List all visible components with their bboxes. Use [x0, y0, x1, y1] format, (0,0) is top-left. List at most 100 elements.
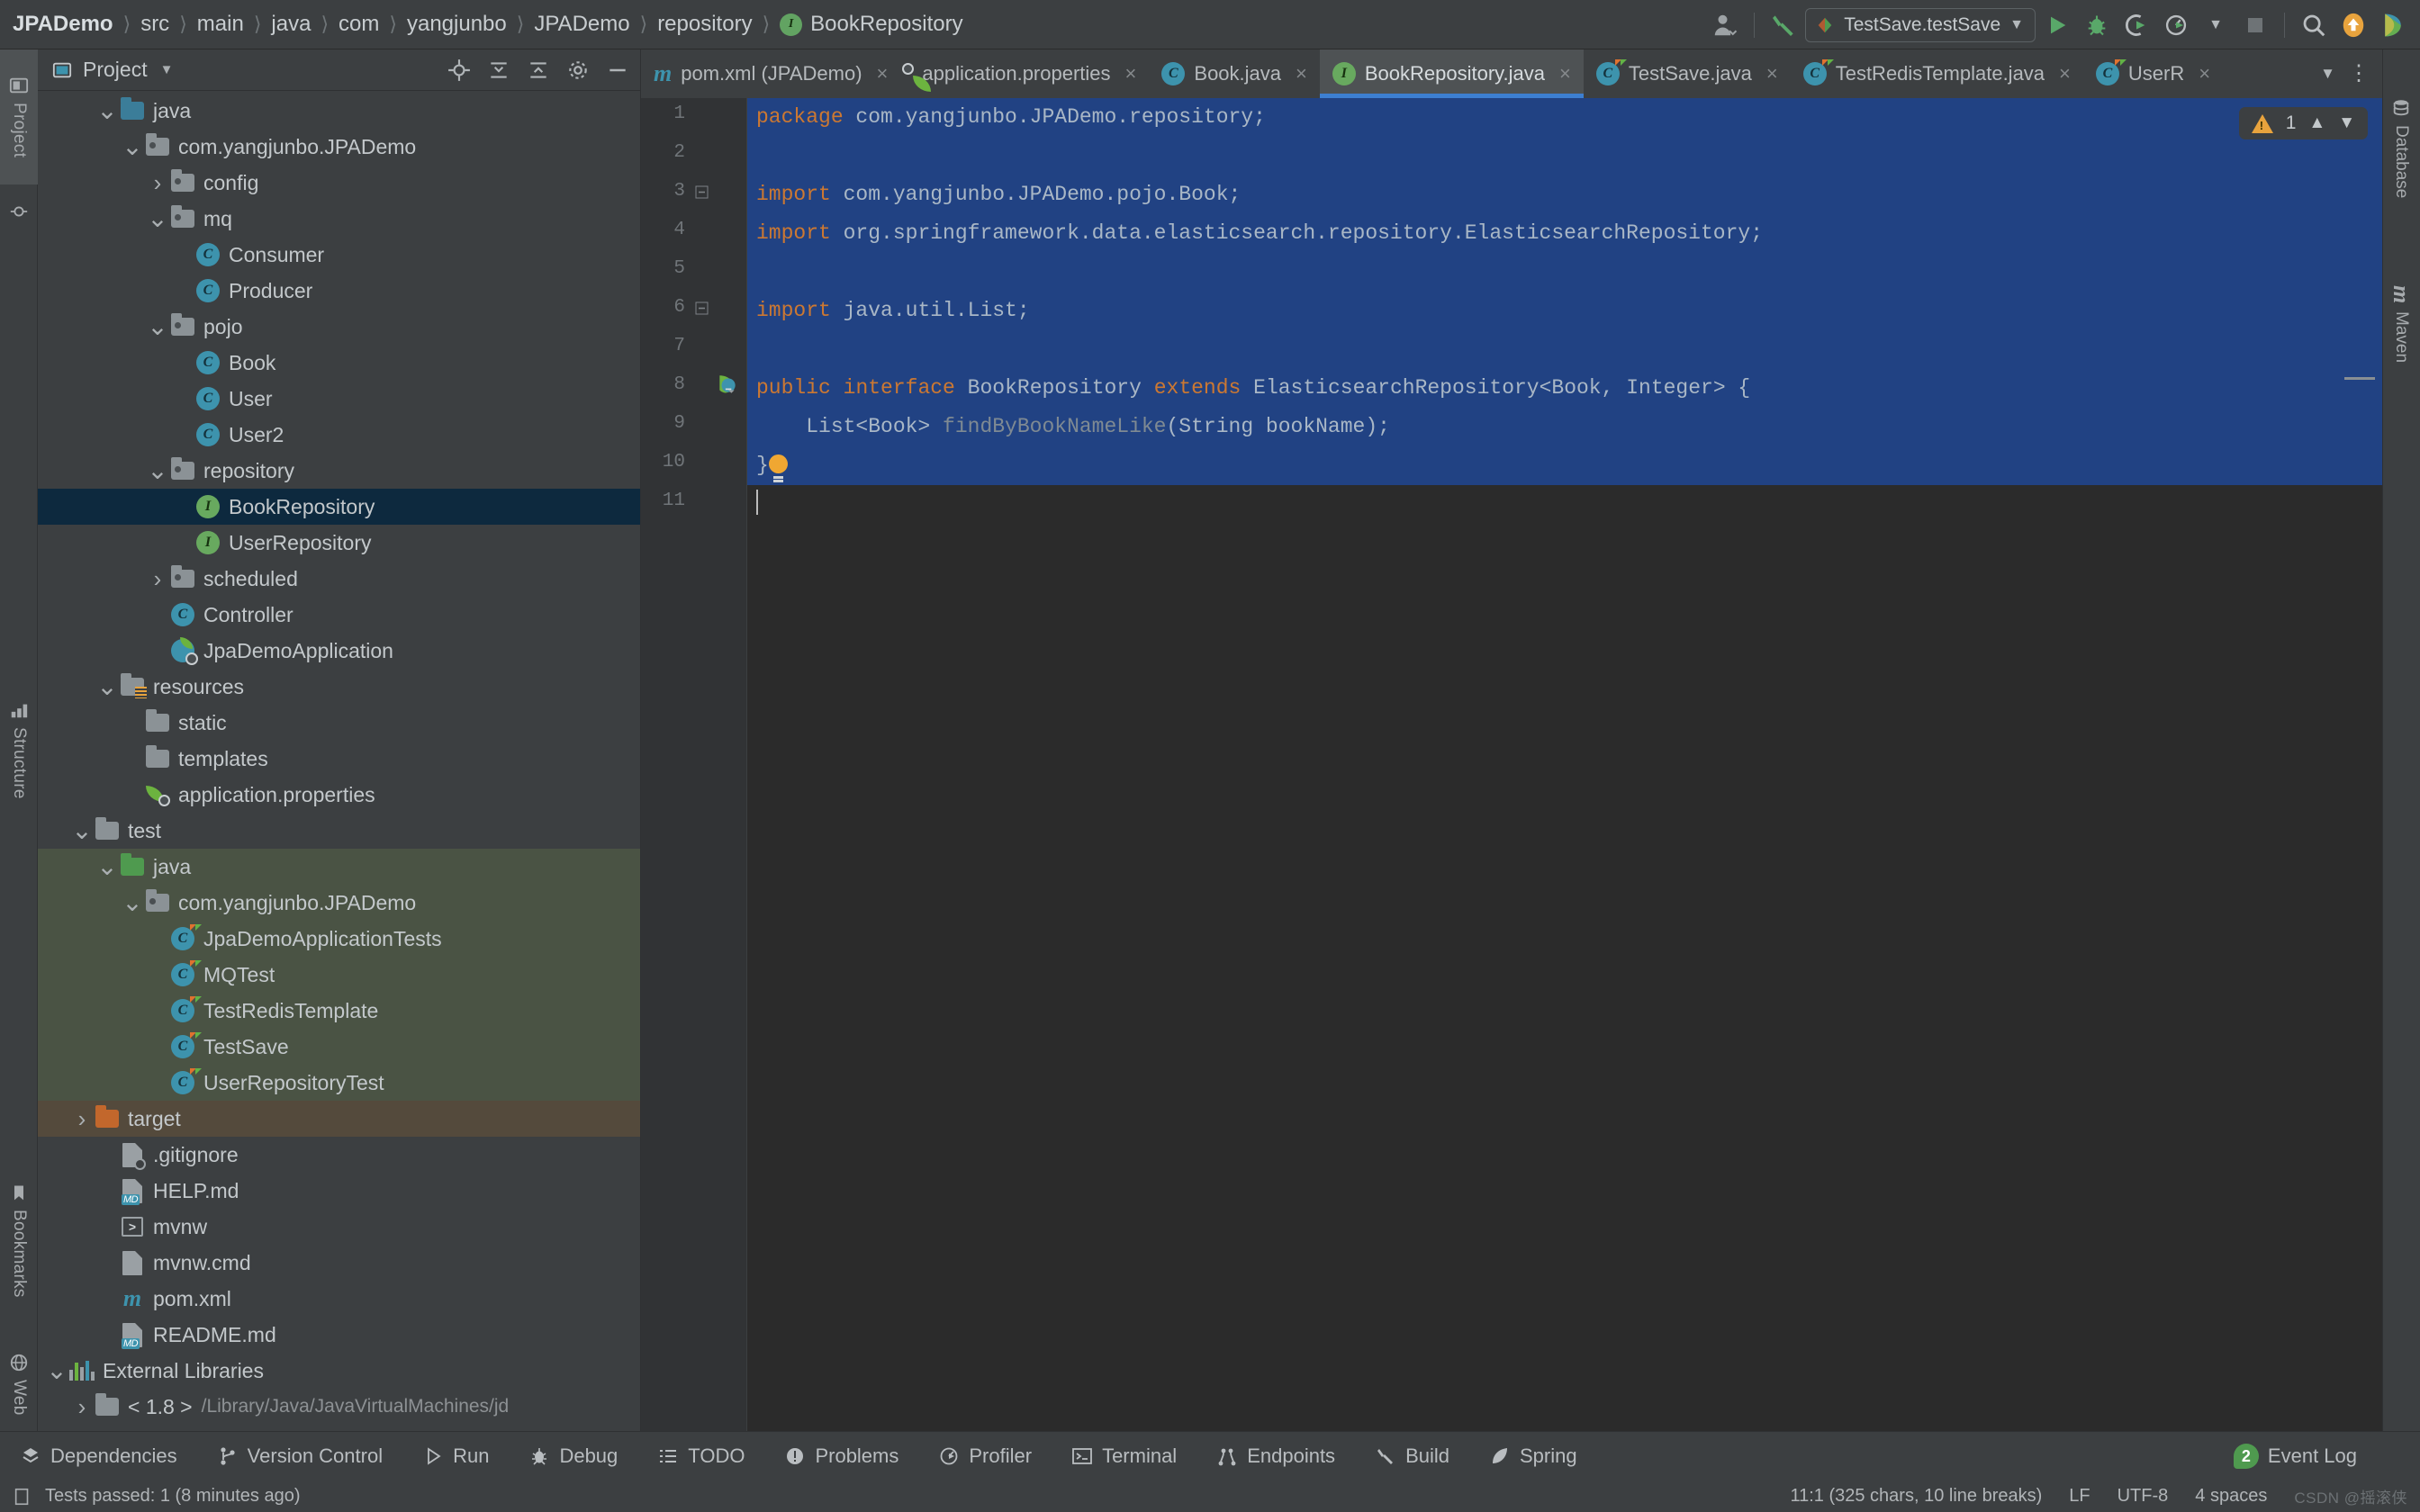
- code-line[interactable]: [747, 137, 2382, 176]
- status-message[interactable]: Tests passed: 1 (8 minutes ago): [45, 1486, 300, 1507]
- chevron-down-icon[interactable]: ⌄: [45, 1358, 68, 1383]
- chevron-down-icon[interactable]: ⌄: [95, 98, 119, 123]
- gear-icon[interactable]: [566, 58, 590, 82]
- tree-node-application-properties[interactable]: application.properties: [38, 777, 640, 813]
- editor-tab-pom-xml-jpademo-[interactable]: m pom.xml (JPADemo) ×: [641, 50, 900, 98]
- more-options-icon[interactable]: ⋮: [2348, 63, 2370, 85]
- code-fold-icon[interactable]: [694, 301, 710, 317]
- code-line[interactable]: List<Book> findByBookNameLike(String boo…: [747, 408, 2382, 446]
- close-icon[interactable]: ×: [1766, 62, 1778, 86]
- line-separator[interactable]: LF: [2069, 1486, 2090, 1507]
- breadcrumb-item-0[interactable]: JPADemo: [13, 12, 113, 37]
- tree-node-config[interactable]: › config: [38, 165, 640, 201]
- chevron-down-icon[interactable]: ⌄: [146, 314, 169, 339]
- tree-node--gitignore[interactable]: .gitignore: [38, 1137, 640, 1173]
- sidebar-tab-maven[interactable]: m Maven: [2382, 252, 2420, 396]
- previous-problem-icon[interactable]: ▲: [2308, 113, 2325, 133]
- breadcrumb-item-2[interactable]: main: [197, 12, 244, 37]
- tool-window-event-log[interactable]: 2 Event Log: [2214, 1432, 2420, 1480]
- tree-node-book[interactable]: C Book: [38, 345, 640, 381]
- tree-node-testredistemplate[interactable]: C TestRedisTemplate: [38, 993, 640, 1029]
- tool-window-debug[interactable]: Debug: [509, 1432, 637, 1480]
- editor-gutter[interactable]: 1 2 3 4 5 6 7 8 9 10 11: [641, 98, 747, 1431]
- breadcrumb-item-6[interactable]: JPADemo: [534, 12, 629, 37]
- breadcrumb-current[interactable]: I BookRepository: [780, 12, 963, 37]
- tree-node-mvnw[interactable]: > mvnw: [38, 1209, 640, 1245]
- editor-tab-bookrepository-java[interactable]: I BookRepository.java ×: [1319, 50, 1584, 98]
- chevron-down-icon[interactable]: ▼: [2198, 7, 2234, 43]
- tree-node-mq[interactable]: ⌄ mq: [38, 201, 640, 237]
- hide-panel-icon[interactable]: [606, 58, 629, 82]
- chevron-down-icon[interactable]: ⌄: [70, 818, 94, 843]
- editor-tab-application-properties[interactable]: application.properties ×: [900, 50, 1149, 98]
- code-line[interactable]: import com.yangjunbo.JPADemo.pojo.Book;: [747, 176, 2382, 214]
- expand-all-icon[interactable]: [487, 58, 510, 82]
- tool-window-terminal[interactable]: Terminal: [1052, 1432, 1196, 1480]
- close-icon[interactable]: ×: [1296, 62, 1307, 86]
- chevron-down-icon[interactable]: ▼: [2320, 65, 2335, 83]
- intention-bulb-icon[interactable]: [768, 454, 788, 479]
- tree-node-readme-md[interactable]: MD README.md: [38, 1317, 640, 1353]
- tree-node-mqtest[interactable]: C MQTest: [38, 957, 640, 993]
- tree-node-userrepository[interactable]: I UserRepository: [38, 525, 640, 561]
- inspection-widget[interactable]: 1 ▲ ▼: [2238, 107, 2368, 140]
- breadcrumb-item-3[interactable]: java: [271, 12, 311, 37]
- sidebar-tab-structure[interactable]: Structure: [0, 670, 38, 828]
- tool-window-run[interactable]: Run: [402, 1432, 509, 1480]
- tree-node-userrepositorytest[interactable]: C UserRepositoryTest: [38, 1065, 640, 1101]
- tree-node-com-yangjunbo-jpademo[interactable]: ⌄ com.yangjunbo.JPADemo: [38, 129, 640, 165]
- close-icon[interactable]: ×: [2059, 62, 2071, 86]
- tree-node-user2[interactable]: C User2: [38, 417, 640, 453]
- chevron-down-icon[interactable]: ⌄: [95, 674, 119, 699]
- sidebar-tab-project[interactable]: Project: [0, 50, 38, 184]
- tree-node-static[interactable]: static: [38, 705, 640, 741]
- chevron-right-icon[interactable]: ›: [146, 169, 169, 197]
- code-editor[interactable]: 1 2 3 4 5 6 7 8 9 10 11 package com.yangjunbo.JPAD…: [641, 98, 2382, 1431]
- tool-window-build[interactable]: Build: [1355, 1432, 1469, 1480]
- tree-node-controller[interactable]: C Controller: [38, 597, 640, 633]
- error-stripe-marker[interactable]: [2344, 377, 2375, 380]
- chevron-down-icon[interactable]: ▼: [160, 62, 174, 77]
- tree-node-pom-xml[interactable]: m pom.xml: [38, 1281, 640, 1317]
- tree-node-testsave[interactable]: C TestSave: [38, 1029, 640, 1065]
- user-avatar-icon[interactable]: [1707, 7, 1743, 43]
- chevron-right-icon[interactable]: ›: [146, 565, 169, 593]
- run-with-coverage-button[interactable]: [2118, 7, 2154, 43]
- select-opened-file-icon[interactable]: [447, 58, 471, 82]
- tree-node-producer[interactable]: C Producer: [38, 273, 640, 309]
- close-icon[interactable]: ×: [1559, 62, 1571, 86]
- code-line[interactable]: [747, 330, 2382, 369]
- chevron-down-icon[interactable]: ⌄: [146, 206, 169, 231]
- tree-node-com-yangjunbo-jpademo[interactable]: ⌄ com.yangjunbo.JPADemo: [38, 885, 640, 921]
- close-icon[interactable]: ×: [1125, 62, 1137, 86]
- tool-window-version-control[interactable]: Version Control: [197, 1432, 402, 1480]
- chevron-right-icon[interactable]: ›: [70, 1105, 94, 1133]
- tree-node-help-md[interactable]: MD HELP.md: [38, 1173, 640, 1209]
- tree-node-consumer[interactable]: C Consumer: [38, 237, 640, 273]
- sidebar-tab-web[interactable]: Web: [0, 1336, 38, 1431]
- project-tree[interactable]: ⌄ java ⌄ com.yangjunbo.JPADemo › config ⌄ mq C Co…: [38, 91, 640, 1431]
- update-project-icon[interactable]: [2335, 7, 2371, 43]
- breadcrumb-item-4[interactable]: com: [339, 12, 379, 37]
- feedback-icon[interactable]: [2375, 7, 2411, 43]
- run-button[interactable]: [2039, 7, 2075, 43]
- editor-tab-testredistemplate-java[interactable]: C TestRedisTemplate.java ×: [1791, 50, 2083, 98]
- tree-node-bookrepository[interactable]: I BookRepository: [38, 489, 640, 525]
- tool-window-endpoints[interactable]: Endpoints: [1196, 1432, 1355, 1480]
- code-fold-icon[interactable]: [694, 184, 710, 201]
- tree-node-scheduled[interactable]: › scheduled: [38, 561, 640, 597]
- commit-icon[interactable]: [0, 194, 38, 230]
- chevron-down-icon[interactable]: ⌄: [121, 134, 144, 159]
- next-problem-icon[interactable]: ▼: [2338, 113, 2355, 133]
- editor-tab-bar[interactable]: m pom.xml (JPADemo) × application.propertie…: [641, 50, 2382, 98]
- code-line[interactable]: package com.yangjunbo.JPADemo.repository…: [747, 98, 2382, 137]
- tree-node-jpademoapplicationtests[interactable]: C JpaDemoApplicationTests: [38, 921, 640, 957]
- indent-setting[interactable]: 4 spaces: [2195, 1486, 2267, 1507]
- caret-position[interactable]: 11:1 (325 chars, 10 line breaks): [1790, 1486, 2042, 1507]
- tool-window-dependencies[interactable]: Dependencies: [0, 1432, 197, 1480]
- profile-button[interactable]: [2158, 7, 2194, 43]
- tree-node--1-8-[interactable]: › < 1.8 > /Library/Java/JavaVirtualMachine…: [38, 1389, 640, 1425]
- spring-bean-gutter-icon[interactable]: [716, 373, 739, 396]
- editor-tab-book-java[interactable]: C Book.java ×: [1149, 50, 1319, 98]
- tree-node-java[interactable]: ⌄ java: [38, 849, 640, 885]
